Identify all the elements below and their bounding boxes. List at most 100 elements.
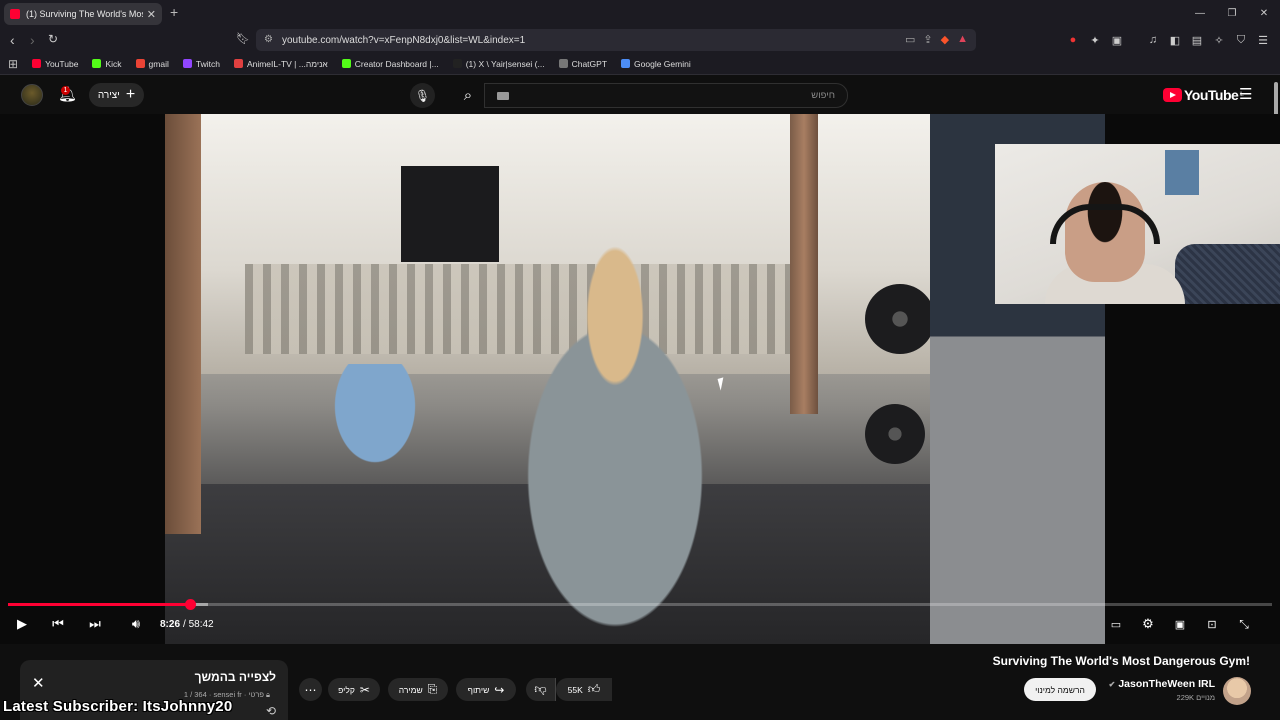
bookmark-item[interactable]: (1) X \ Yair|sensei (... — [452, 58, 545, 69]
wallet-icon[interactable]: ▤ — [1188, 31, 1206, 49]
dislike-button[interactable]: 👎︎ — [526, 678, 556, 701]
separator — [1130, 31, 1140, 49]
volume-icon[interactable]: 🔊︎ — [125, 614, 147, 634]
bookmark-label: Creator Dashboard |... — [354, 58, 439, 69]
bookmark-label: Google Gemini — [634, 58, 691, 69]
back-icon[interactable]: ‹ — [10, 32, 15, 48]
channel-name-row[interactable]: ✔ JasonTheWeen IRL — [1109, 678, 1215, 690]
bookmark-item[interactable]: AnimeIL-TV | ...אנימה — [233, 59, 328, 69]
bookmark-item[interactable]: Twitch — [182, 59, 220, 69]
vpn-icon[interactable]: ⛉ — [1232, 31, 1250, 49]
extensions-icon[interactable]: ✦ — [1086, 31, 1104, 49]
bookmark-icon: ⎘ — [427, 682, 438, 696]
next-icon[interactable]: ⏭︎ — [85, 614, 105, 634]
site-info-icon[interactable]: ⚙ — [264, 34, 273, 45]
fullscreen-icon[interactable]: ⤡ — [1234, 614, 1254, 634]
menu-icon[interactable]: ☰ — [1254, 31, 1272, 49]
cast-to-tv-icon[interactable]: ⊡ — [1202, 614, 1222, 634]
channel-name: JasonTheWeen IRL — [1118, 678, 1215, 690]
create-button[interactable]: יצירה + — [89, 83, 144, 107]
bookmark-favicon-icon — [32, 59, 42, 68]
bookmark-item[interactable]: Kick — [92, 59, 122, 69]
account-avatar[interactable] — [21, 84, 43, 106]
close-playlist-icon[interactable]: ✕ — [32, 674, 45, 692]
search-placeholder: חיפוש — [811, 90, 835, 101]
url-text: youtube.com/watch?v=xFenpN8dxj0&list=WL&… — [282, 34, 526, 46]
subscribe-button[interactable]: הרשמה למינוי — [1024, 678, 1096, 701]
save-button[interactable]: שמירה ⎘ — [388, 678, 448, 701]
subtitles-icon[interactable]: ▭ — [1106, 614, 1126, 634]
bookmarks-bar: ⊞ YouTube Kick gmail Twitch AnimeIL-TV | ...… — [0, 53, 1280, 75]
keyboard-icon[interactable] — [497, 92, 509, 100]
browser-tab-strip: (1) Surviving The World's Most D ✕ + — ❐… — [0, 0, 1280, 27]
new-tab-icon[interactable]: + — [170, 4, 178, 20]
thumbs-up-icon: 👍︎ — [587, 682, 601, 696]
share-button[interactable]: שיתוף ↪ — [456, 678, 516, 701]
guide-menu-icon[interactable]: ☰ — [1239, 85, 1252, 103]
bookmark-favicon-icon — [558, 59, 568, 68]
progress-played — [8, 603, 190, 606]
plus-icon: + — [125, 86, 136, 103]
bookmark-label: (1) X \ Yair|sensei (... — [465, 58, 545, 69]
restore-icon[interactable]: ❐ — [1216, 0, 1248, 27]
bookmark-page-icon[interactable]: 🔖︎ — [236, 32, 250, 45]
wood-pillar — [790, 114, 818, 414]
extensions-toolbar: ● ✦ ▣ ♫ ◧ ▤ ✧ ⛉ ☰ — [1064, 31, 1280, 49]
share-icon[interactable]: ⇪ — [923, 33, 932, 46]
apps-grid-icon[interactable]: ⊞ — [8, 57, 18, 71]
webcam-overlay — [995, 144, 1280, 304]
youtube-logo[interactable]: YouTube IL — [1163, 87, 1244, 103]
channel-avatar[interactable] — [1223, 677, 1251, 705]
progress-scrubber[interactable] — [184, 599, 196, 610]
scissors-icon: ✂ — [359, 682, 370, 697]
bookmark-favicon-icon — [452, 59, 462, 68]
loop-playlist-icon[interactable]: ⟲ — [266, 704, 276, 718]
previous-icon[interactable]: ⏮︎ — [48, 614, 68, 634]
bookmark-item[interactable]: ChatGPT — [558, 59, 607, 69]
youtube-header: 🔔︎ יצירה + 🎙︎ ⌕ חיפוש YouTube IL ☰ — [0, 76, 1280, 114]
subscriber-count: 229K מנויים — [1176, 693, 1215, 702]
weight-plate — [865, 404, 925, 464]
video-player[interactable]: ▶ ⏮︎ ⏭︎ 🔊︎ 8:26 / 58:42 ▭ ⚙ ▣ ⊡ ⤡ — [0, 114, 1280, 644]
bookmark-item[interactable]: gmail — [135, 59, 169, 69]
close-tab-icon[interactable]: ✕ — [147, 8, 156, 21]
wood-pillar-left — [165, 114, 201, 534]
cast-icon[interactable]: ▭ — [905, 33, 915, 46]
headphones — [1050, 204, 1160, 244]
bookmark-item[interactable]: Google Gemini — [621, 59, 691, 69]
like-button[interactable]: 55K 👍︎ — [556, 678, 612, 701]
person-foreground — [480, 244, 750, 644]
sidebar-icon[interactable]: ◧ — [1166, 31, 1184, 49]
play-icon[interactable]: ▶ — [12, 614, 32, 634]
person-background — [305, 364, 445, 504]
minimize-icon[interactable]: — — [1184, 0, 1216, 27]
search-input[interactable]: חיפוש — [484, 83, 848, 108]
tab-search-icon[interactable]: ▣ — [1108, 31, 1126, 49]
clip-button[interactable]: קליפ ✂ — [328, 678, 380, 701]
media-icon[interactable]: ♫ — [1144, 31, 1162, 49]
record-extension-icon[interactable]: ● — [1064, 31, 1082, 49]
browser-tab-active[interactable]: (1) Surviving The World's Most D ✕ — [4, 3, 162, 25]
bookmark-list: YouTube Kick gmail Twitch AnimeIL-TV | ...אנ… — [32, 59, 705, 69]
voice-search-icon[interactable]: 🎙︎ — [410, 83, 435, 108]
leo-ai-icon[interactable]: ✧ — [1210, 31, 1228, 49]
bookmark-item[interactable]: Creator Dashboard |... — [341, 58, 439, 69]
video-frame[interactable] — [165, 114, 1105, 644]
forward-icon[interactable]: › — [30, 32, 35, 48]
settings-gear-icon[interactable]: ⚙ — [1138, 614, 1158, 634]
bookmark-item[interactable]: YouTube — [32, 59, 78, 69]
bookmark-favicon-icon — [182, 59, 192, 68]
create-label: יצירה — [97, 89, 120, 101]
brave-shield-icon[interactable]: ◆ — [941, 33, 949, 46]
close-window-icon[interactable]: ✕ — [1248, 0, 1280, 27]
notification-badge: 1 — [61, 86, 70, 95]
url-field[interactable]: ⚙ youtube.com/watch?v=xFenpN8dxj0&list=W… — [256, 29, 976, 51]
miniplayer-icon[interactable]: ▣ — [1170, 614, 1190, 634]
brave-rewards-icon[interactable]: ▲ — [957, 33, 968, 46]
bookmark-favicon-icon — [135, 59, 145, 68]
reload-icon[interactable]: ↻ — [48, 32, 58, 46]
progress-bar[interactable] — [8, 599, 1272, 610]
more-actions-icon[interactable]: ⋯ — [299, 678, 322, 701]
search-icon[interactable]: ⌕ — [452, 83, 484, 108]
share-arrow-icon: ↪ — [494, 682, 505, 697]
